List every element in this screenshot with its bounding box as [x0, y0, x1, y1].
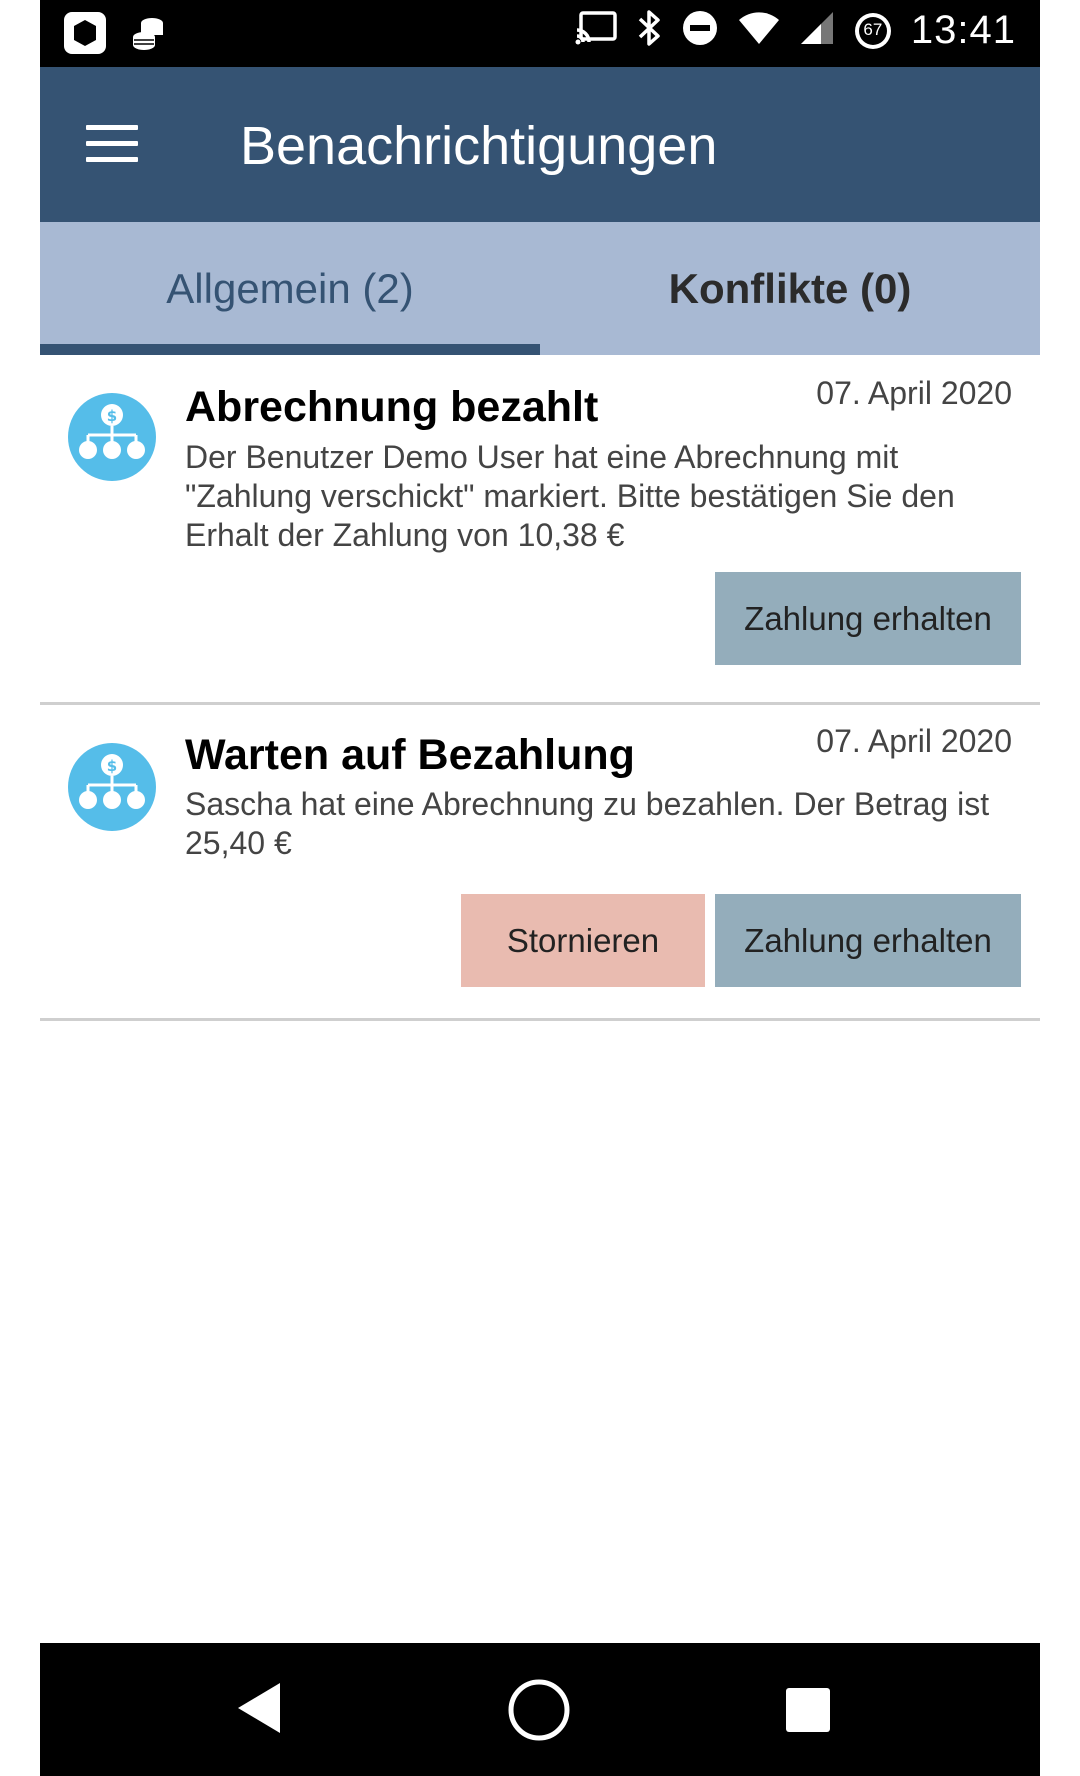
tab-allgemein[interactable]: Allgemein (2)	[40, 222, 540, 355]
home-icon[interactable]	[507, 1678, 571, 1747]
app-icon	[62, 10, 108, 61]
tab-allgemein-label: Allgemein (2)	[166, 264, 414, 312]
notification-item: $ Abrechnung bezahlt 07. April 2020 Der …	[40, 355, 1040, 702]
battery-icon: 67	[853, 11, 893, 51]
coins-icon	[130, 15, 166, 56]
cell-signal-icon	[799, 10, 835, 51]
clock: 13:41	[910, 8, 1016, 52]
svg-text:$: $	[107, 757, 117, 775]
app-bar: Benachrichtigungen	[40, 67, 1040, 222]
stornieren-button[interactable]: Stornieren	[461, 894, 705, 987]
payment-hierarchy-icon: $	[68, 393, 156, 481]
divider	[40, 1018, 1040, 1021]
notification-body: Sascha hat eine Abrechnung zu bezahlen. …	[185, 786, 990, 861]
notification-title: Warten auf Bezahlung	[185, 731, 635, 779]
wifi-icon	[737, 10, 781, 51]
status-bar: 67 13:41	[40, 0, 1040, 67]
notification-date: 07. April 2020	[816, 375, 1012, 411]
back-icon[interactable]	[236, 1681, 282, 1740]
navigation-bar	[40, 1643, 1040, 1776]
notification-body: Der Benutzer Demo User hat eine Abrechnu…	[185, 439, 955, 553]
zahlung-erhalten-button[interactable]: Zahlung erhalten	[715, 572, 1021, 665]
zahlung-erhalten-button[interactable]: Zahlung erhalten	[715, 894, 1021, 987]
active-tab-indicator	[40, 344, 540, 355]
hamburger-menu-icon[interactable]	[80, 119, 142, 169]
payment-hierarchy-icon: $	[68, 743, 156, 831]
do-not-disturb-icon	[681, 9, 719, 52]
cast-icon	[575, 10, 619, 51]
tab-konflikte-label: Konflikte (0)	[668, 264, 912, 312]
phone-screen: 67 13:41 Benachrichtigungen Allgemein (2…	[40, 0, 1040, 1776]
tab-bar: Allgemein (2) Konflikte (0)	[40, 222, 1040, 355]
tab-konflikte[interactable]: Konflikte (0)	[540, 222, 1040, 355]
recents-icon[interactable]	[784, 1686, 832, 1739]
bluetooth-icon	[637, 8, 663, 53]
notification-item: $ Warten auf Bezahlung 07. April 2020 Sa…	[40, 705, 1040, 1018]
svg-text:$: $	[107, 407, 117, 425]
battery-level: 67	[863, 19, 883, 39]
page-title: Benachrichtigungen	[240, 116, 718, 176]
notification-title: Abrechnung bezahlt	[185, 383, 599, 431]
notification-date: 07. April 2020	[816, 723, 1012, 759]
